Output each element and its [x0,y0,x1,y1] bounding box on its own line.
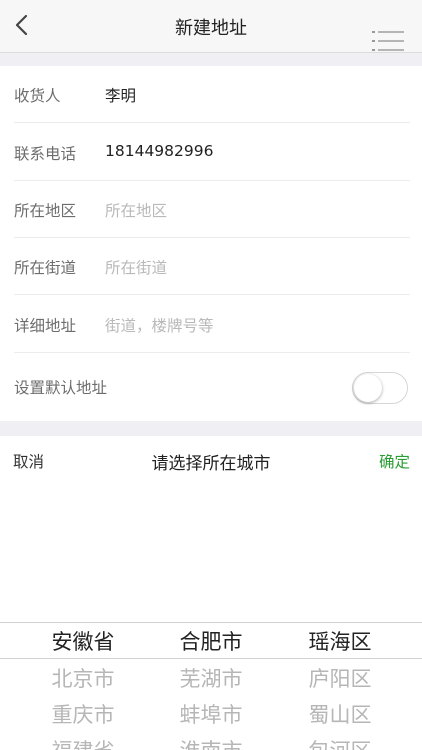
city-item[interactable]: 蚌埠市 [141,699,281,729]
street-input[interactable]: 所在街道 [105,256,167,278]
province-item[interactable]: 福建省 [13,735,153,750]
detail-input[interactable]: 街道，楼牌号等 [105,314,214,336]
default-row: 设置默认地址 [14,358,410,415]
city-item[interactable]: 淮南市 [141,735,281,750]
detail-row[interactable]: 详细地址 街道，楼牌号等 [14,296,410,353]
menu-list-icon[interactable] [372,30,404,52]
district-item[interactable]: 包河区 [270,735,410,750]
phone-row[interactable]: 联系电话 18144982996 [14,124,410,181]
city-item[interactable]: 合肥市 [141,626,281,656]
page-title: 新建地址 [175,18,247,39]
district-item[interactable]: 瑶海区 [270,626,410,656]
province-item[interactable]: 安徽省 [13,626,153,656]
region-row[interactable]: 所在地区 所在地区 [14,181,410,238]
wheel-top-line [0,622,422,623]
district-item[interactable]: 庐阳区 [270,663,410,693]
region-input[interactable]: 所在地区 [105,199,167,221]
receiver-input[interactable]: 李明 [105,84,136,106]
picker-title: 请选择所在城市 [151,454,271,474]
detail-label: 详细地址 [14,317,77,335]
city-item[interactable]: 芜湖市 [141,663,281,693]
toggle-knob [354,374,382,402]
region-label: 所在地区 [14,202,77,220]
province-item[interactable]: 重庆市 [13,699,153,729]
picker-wheel[interactable]: 安徽省 北京市 重庆市 福建省 合肥市 芜湖市 蚌埠市 淮南市 瑶海区 庐阳区 … [0,622,422,750]
street-row[interactable]: 所在街道 所在街道 [14,238,410,295]
phone-input[interactable]: 18144982996 [105,142,213,160]
confirm-button[interactable]: 确定 [379,450,410,472]
receiver-label: 收货人 [14,87,61,105]
receiver-row[interactable]: 收货人 李明 [14,66,410,123]
district-item[interactable]: 蜀山区 [270,699,410,729]
street-label: 所在街道 [14,259,77,277]
wheel-selection-line [0,658,422,659]
picker-toolbar: 取消 请选择所在城市 确定 [0,436,422,480]
city-picker: 取消 请选择所在城市 确定 安徽省 北京市 重庆市 福建省 合肥市 芜湖市 蚌埠… [0,436,422,750]
nav-bar: 新建地址 [0,0,422,53]
default-address-toggle[interactable] [352,372,408,404]
default-label: 设置默认地址 [14,379,108,397]
province-item[interactable]: 北京市 [13,663,153,693]
phone-label: 联系电话 [14,145,77,163]
